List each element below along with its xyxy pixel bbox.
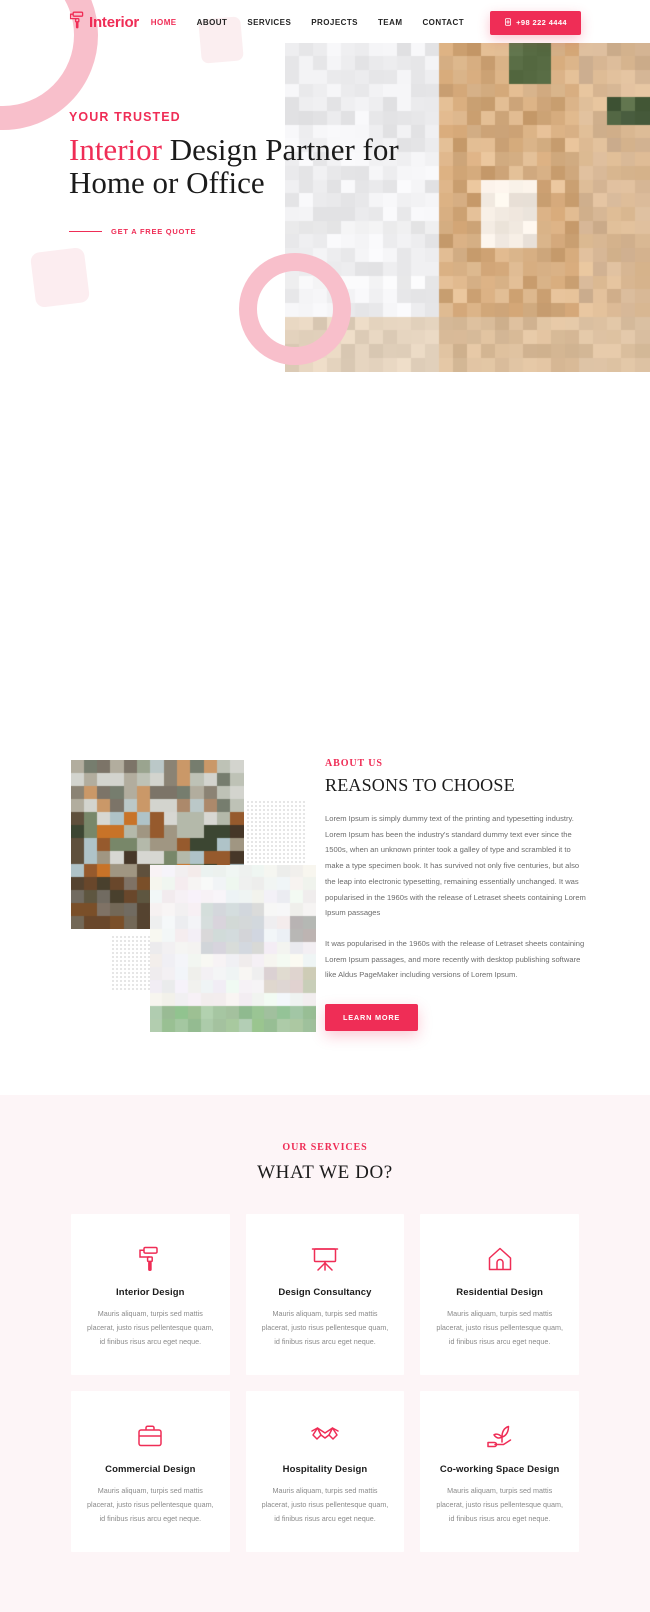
service-card[interactable]: Hospitality Design Mauris aliquam, turpi… (245, 1391, 405, 1553)
service-name: Residential Design (456, 1287, 544, 1298)
nav-item-team[interactable]: TEAM (368, 18, 412, 27)
hero-title: Interior Design Partner for Home or Offi… (69, 133, 469, 200)
decorative-square-left (29, 246, 91, 309)
brand-logo[interactable]: Interior (69, 11, 139, 35)
phone-icon (504, 17, 512, 28)
briefcase-icon (87, 1420, 214, 1452)
service-description: Mauris aliquam, turpis sed mattis placer… (436, 1486, 563, 1524)
hand-plant-icon (436, 1420, 563, 1452)
hero-copy: YOUR TRUSTED Interior Design Partner for… (0, 110, 650, 236)
easel-board-icon (262, 1243, 389, 1275)
get-quote-label: GET A FREE QUOTE (111, 226, 197, 236)
service-name: Co-working Space Design (439, 1464, 560, 1476)
hero-eyebrow: YOUR TRUSTED (69, 110, 181, 124)
service-card[interactable]: Commercial Design Mauris aliquam, turpis… (71, 1391, 230, 1553)
about-copy: ABOUT US REASONS TO CHOOSE Lorem Ipsum i… (325, 758, 587, 1032)
services-header: OUR SERVICES WHAT WE DO? (0, 1142, 650, 1184)
phone-number: +98 222 4444 (516, 18, 567, 27)
handshake-icon (262, 1420, 389, 1452)
about-paragraph-2: It was popularised in the 1960s with the… (325, 939, 585, 980)
nav-item-projects[interactable]: PROJECTS (301, 18, 368, 27)
paint-roller-icon (69, 11, 86, 35)
service-description: Mauris aliquam, turpis sed mattis placer… (261, 1309, 389, 1347)
services-title: WHAT WE DO? (257, 1162, 393, 1183)
about-paragraph-1: Lorem Ipsum is simply dummy text of the … (325, 814, 586, 918)
service-name: Hospitality Design (282, 1464, 368, 1476)
landing-page: Interior HOME ABOUT SERVICES PROJECTS TE… (0, 0, 650, 1612)
brand-name: Interior (89, 14, 140, 31)
services-grid: Interior Design Mauris aliquam, turpis s… (0, 1214, 650, 1553)
about-section: ABOUT US REASONS TO CHOOSE Lorem Ipsum i… (0, 755, 650, 1095)
nav-item-about[interactable]: ABOUT (187, 18, 238, 27)
nav-item-services[interactable]: SERVICES (237, 18, 301, 27)
about-eyebrow: ABOUT US (325, 758, 383, 769)
decorative-ring-center (239, 253, 351, 365)
site-header: Interior HOME ABOUT SERVICES PROJECTS TE… (0, 0, 650, 45)
services-eyebrow: OUR SERVICES (282, 1142, 368, 1153)
service-name: Interior Design (116, 1287, 185, 1298)
nav-item-home[interactable]: HOME (141, 18, 187, 27)
service-card[interactable]: Interior Design Mauris aliquam, turpis s… (71, 1214, 230, 1376)
hero-title-highlight: Interior (69, 132, 162, 167)
service-description: Mauris aliquam, turpis sed mattis placer… (436, 1309, 563, 1347)
house-icon (436, 1243, 563, 1275)
learn-more-button[interactable]: LEARN MORE (325, 1004, 419, 1032)
dash-icon (69, 230, 102, 233)
services-section: OUR SERVICES WHAT WE DO? Interior Design… (0, 1095, 650, 1612)
service-card[interactable]: Co-working Space Design Mauris aliquam, … (420, 1391, 579, 1553)
about-image-secondary (150, 865, 316, 1032)
service-description: Mauris aliquam, turpis sed mattis placer… (261, 1486, 389, 1524)
dot-pattern-top (246, 800, 306, 865)
about-title: REASONS TO CHOOSE (325, 775, 515, 795)
service-name: Design Consultancy (278, 1287, 372, 1298)
hero-section: Interior HOME ABOUT SERVICES PROJECTS TE… (0, 0, 650, 755)
about-images (71, 755, 316, 1035)
service-description: Mauris aliquam, turpis sed mattis placer… (87, 1486, 214, 1524)
get-quote-link[interactable]: GET A FREE QUOTE (69, 227, 650, 236)
phone-cta-button[interactable]: +98 222 4444 (490, 10, 581, 35)
main-navigation: HOME ABOUT SERVICES PROJECTS TEAM CONTAC… (141, 10, 581, 35)
service-description: Mauris aliquam, turpis sed mattis placer… (87, 1309, 214, 1347)
nav-item-contact[interactable]: CONTACT (412, 18, 474, 27)
service-card[interactable]: Design Consultancy Mauris aliquam, turpi… (245, 1214, 405, 1376)
service-card[interactable]: Residential Design Mauris aliquam, turpi… (420, 1214, 579, 1376)
paint-roller-icon (87, 1243, 214, 1275)
service-name: Commercial Design (105, 1464, 196, 1476)
